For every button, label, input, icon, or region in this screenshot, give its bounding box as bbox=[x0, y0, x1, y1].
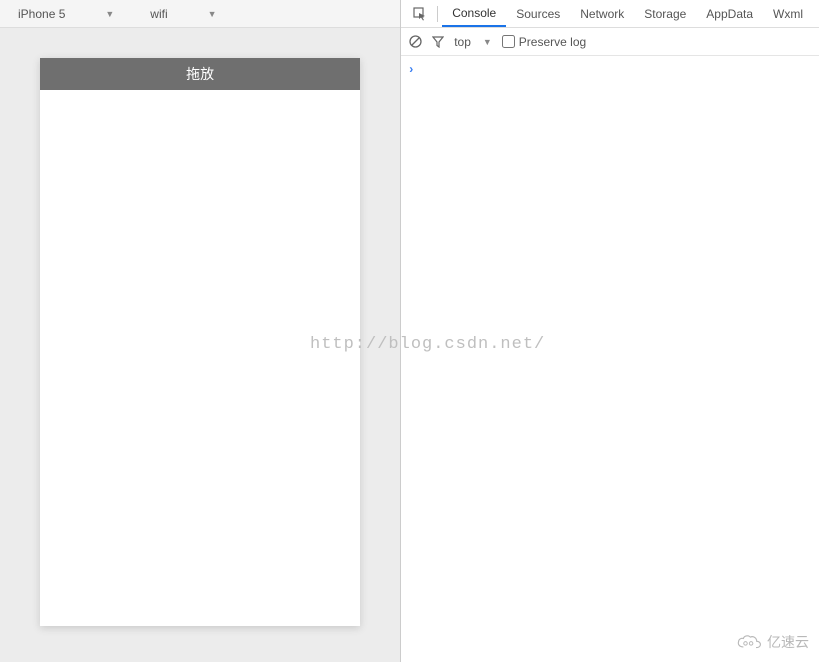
console-toolbar: top ▼ Preserve log bbox=[401, 28, 819, 56]
preserve-log-input[interactable] bbox=[502, 35, 515, 48]
network-label: wifi bbox=[150, 7, 167, 21]
preserve-log-checkbox[interactable]: Preserve log bbox=[502, 35, 586, 49]
preserve-log-label: Preserve log bbox=[519, 35, 586, 49]
prompt-chevron-icon: › bbox=[409, 62, 413, 76]
phone-nav-bar: 拖放 bbox=[40, 58, 360, 90]
context-label: top bbox=[454, 35, 471, 49]
emulator-panel: iPhone 5 ▼ wifi ▼ 拖放 bbox=[0, 0, 401, 662]
device-selector[interactable]: iPhone 5 ▼ bbox=[10, 0, 122, 27]
tab-console[interactable]: Console bbox=[442, 0, 506, 27]
emulator-toolbar: iPhone 5 ▼ wifi ▼ bbox=[0, 0, 400, 28]
console-prompt[interactable]: › bbox=[409, 62, 811, 76]
inspect-icon[interactable] bbox=[407, 7, 433, 21]
device-label: iPhone 5 bbox=[18, 7, 65, 21]
clear-console-icon[interactable] bbox=[409, 35, 422, 48]
tab-appdata[interactable]: AppData bbox=[696, 0, 763, 27]
network-selector[interactable]: wifi ▼ bbox=[142, 0, 224, 27]
tab-sources[interactable]: Sources bbox=[506, 0, 570, 27]
emulator-area: 拖放 bbox=[0, 28, 400, 662]
context-selector[interactable]: top ▼ bbox=[454, 35, 492, 49]
console-body[interactable]: › bbox=[401, 56, 819, 662]
tab-wxml[interactable]: Wxml bbox=[763, 0, 813, 27]
tab-storage[interactable]: Storage bbox=[634, 0, 696, 27]
tab-network[interactable]: Network bbox=[570, 0, 634, 27]
chevron-down-icon: ▼ bbox=[483, 37, 492, 47]
chevron-down-icon: ▼ bbox=[105, 9, 114, 19]
phone-title: 拖放 bbox=[186, 64, 214, 84]
devtools-panel: Console Sources Network Storage AppData … bbox=[401, 0, 819, 662]
separator bbox=[437, 6, 438, 22]
chevron-down-icon: ▼ bbox=[208, 9, 217, 19]
devtools-tab-bar: Console Sources Network Storage AppData … bbox=[401, 0, 819, 28]
filter-icon[interactable] bbox=[432, 36, 444, 48]
phone-screen[interactable]: 拖放 bbox=[40, 58, 360, 626]
